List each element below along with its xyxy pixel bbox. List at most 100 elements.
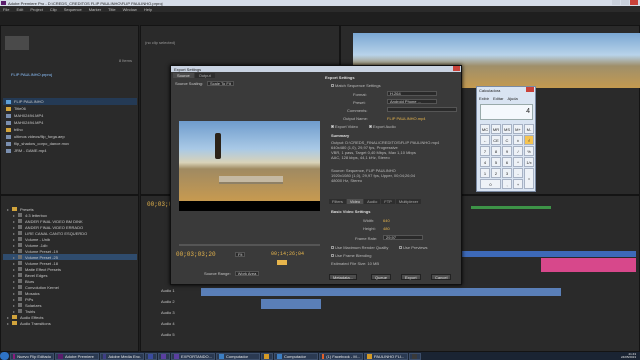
tab-source[interactable]: Source <box>173 73 194 78</box>
project-item[interactable]: MAH02494.MP4 <box>3 119 137 126</box>
preview-scrubber[interactable] <box>179 244 320 246</box>
calc-key[interactable]: MC <box>480 124 490 134</box>
preview-timecode[interactable]: 00;03;03;20 <box>176 251 216 258</box>
disclosure-triangle-icon[interactable]: ▸ <box>13 303 15 308</box>
calc-key[interactable]: / <box>513 146 523 156</box>
calc-key[interactable]: MR <box>491 124 501 134</box>
menu-marker[interactable]: Marker <box>89 7 101 12</box>
menu-file[interactable]: File <box>3 7 9 12</box>
disclosure-triangle-icon[interactable]: ▸ <box>7 207 9 212</box>
calc-key[interactable]: 3 <box>502 168 512 178</box>
taskbar-item[interactable]: Computador <box>274 352 318 360</box>
calc-key[interactable]: C <box>502 135 512 145</box>
disclosure-triangle-icon[interactable]: ▸ <box>13 249 15 254</box>
calc-key[interactable]: 0 <box>480 179 501 189</box>
taskbar-item[interactable] <box>409 352 421 360</box>
calc-key[interactable]: - <box>513 168 523 178</box>
title-clip[interactable] <box>541 258 636 272</box>
work-area-marker[interactable] <box>277 260 287 265</box>
zoom-fit-dropdown[interactable]: Fit <box>235 252 246 257</box>
menu-clip[interactable]: Clip <box>50 7 57 12</box>
disclosure-triangle-icon[interactable]: ▸ <box>13 231 15 236</box>
width-value[interactable]: 640 <box>383 218 390 223</box>
subtab-filters[interactable]: Filters <box>329 199 346 204</box>
disclosure-triangle-icon[interactable]: ▸ <box>13 297 15 302</box>
maximize-button[interactable] <box>621 0 629 5</box>
calc-menu-help[interactable]: Ajuda <box>507 96 517 101</box>
calc-key[interactable]: ← <box>480 135 490 145</box>
system-tray-clock[interactable]: 21:43 24/05/2013 <box>621 353 636 359</box>
menu-project[interactable]: Project <box>30 7 42 12</box>
queue-button[interactable]: Queue <box>371 274 392 280</box>
disclosure-triangle-icon[interactable]: ▸ <box>7 315 9 320</box>
calculator-close-button[interactable] <box>526 87 534 92</box>
disclosure-triangle-icon[interactable]: ▸ <box>13 291 15 296</box>
close-button[interactable] <box>630 0 638 5</box>
taskbar-item[interactable]: EXPORTANDO... <box>171 352 215 360</box>
comments-field[interactable] <box>387 107 457 112</box>
project-item[interactable]: trilho <box>3 126 137 133</box>
disclosure-triangle-icon[interactable]: ▸ <box>13 273 15 278</box>
calc-key[interactable]: ± <box>513 135 523 145</box>
disclosure-triangle-icon[interactable]: ▸ <box>13 267 15 272</box>
disclosure-triangle-icon[interactable]: ▸ <box>7 321 9 326</box>
disclosure-triangle-icon[interactable]: ▸ <box>13 279 15 284</box>
calc-key[interactable]: 6 <box>502 157 512 167</box>
disclosure-triangle-icon[interactable]: ▸ <box>13 243 15 248</box>
taskbar-item[interactable] <box>261 352 273 360</box>
disclosure-triangle-icon[interactable]: ▸ <box>13 285 15 290</box>
start-button[interactable] <box>0 352 9 360</box>
menu-window[interactable]: Window <box>123 7 137 12</box>
source-range-dropdown[interactable]: Work Area <box>234 271 260 276</box>
project-item[interactable]: FLIP PAULINHO <box>3 98 137 105</box>
taskbar-item[interactable]: Adobe Premiere <box>55 352 99 360</box>
tab-output[interactable]: Output <box>194 73 215 78</box>
audio-clip[interactable] <box>201 288 561 296</box>
cancel-button[interactable]: Cancel <box>431 274 452 280</box>
calc-key[interactable]: M+ <box>513 124 523 134</box>
subtab-audio[interactable]: Audio <box>364 199 381 204</box>
metadata-button[interactable]: Metadata... <box>329 274 358 280</box>
menu-edit[interactable]: Edit <box>16 7 23 12</box>
match-sequence-checkbox[interactable]: Match Sequence Settings <box>331 83 381 88</box>
dialog-close-button[interactable] <box>453 66 460 71</box>
project-item[interactable]: Title06 <box>3 105 137 112</box>
calc-key[interactable]: 8 <box>491 146 501 156</box>
work-area-bar[interactable] <box>471 206 551 209</box>
subtab-video[interactable]: Video <box>346 199 364 204</box>
use-previews-checkbox[interactable]: Use Previews <box>399 245 427 250</box>
taskbar-item[interactable]: Computador <box>216 352 260 360</box>
calc-key[interactable]: 7 <box>480 146 490 156</box>
calc-menu-edit[interactable]: Editar <box>493 96 503 101</box>
calc-key[interactable]: √ <box>524 135 534 145</box>
calc-key[interactable]: 1 <box>480 168 490 178</box>
calc-key[interactable]: 5 <box>491 157 501 167</box>
audio-clip[interactable] <box>261 299 321 309</box>
disclosure-triangle-icon[interactable]: ▸ <box>13 237 15 242</box>
calc-key[interactable]: CE <box>491 135 501 145</box>
project-item[interactable]: ultimos videos/flip_forga.aep <box>3 133 137 140</box>
taskbar-item[interactable]: Nuevo Flip Editado <box>10 352 54 360</box>
max-render-checkbox[interactable]: Use Maximum Render Quality <box>331 245 388 250</box>
project-item[interactable]: flip_shadow_corpo_dance.mov <box>3 140 137 147</box>
disclosure-triangle-icon[interactable]: ▸ <box>13 225 15 230</box>
effects-item[interactable]: ▸ Audio Transitions <box>3 320 137 326</box>
disclosure-triangle-icon[interactable]: ▸ <box>13 255 15 260</box>
project-item[interactable]: MAH02494.MP4 <box>3 112 137 119</box>
preset-dropdown[interactable]: Android Phone ... <box>387 99 437 104</box>
disclosure-triangle-icon[interactable]: ▸ <box>13 261 15 266</box>
calc-key[interactable]: = <box>524 168 534 189</box>
export-button[interactable]: Export <box>401 274 421 280</box>
frame-blending-checkbox[interactable]: Use Frame Blending <box>331 253 371 258</box>
taskbar-item[interactable] <box>145 352 157 360</box>
format-dropdown[interactable]: H.264 <box>387 91 437 96</box>
calc-key[interactable]: % <box>524 146 534 156</box>
taskbar-item[interactable] <box>158 352 170 360</box>
taskbar-item[interactable]: Adobe Media Enc. <box>100 352 144 360</box>
subtab-multiplexer[interactable]: Multiplexer <box>395 199 422 204</box>
calc-key[interactable]: M- <box>524 124 534 134</box>
calc-key[interactable]: MS <box>502 124 512 134</box>
disclosure-triangle-icon[interactable]: ▸ <box>13 309 15 314</box>
calc-key[interactable]: 9 <box>502 146 512 156</box>
export-audio-checkbox[interactable]: Export Audio <box>369 124 396 129</box>
